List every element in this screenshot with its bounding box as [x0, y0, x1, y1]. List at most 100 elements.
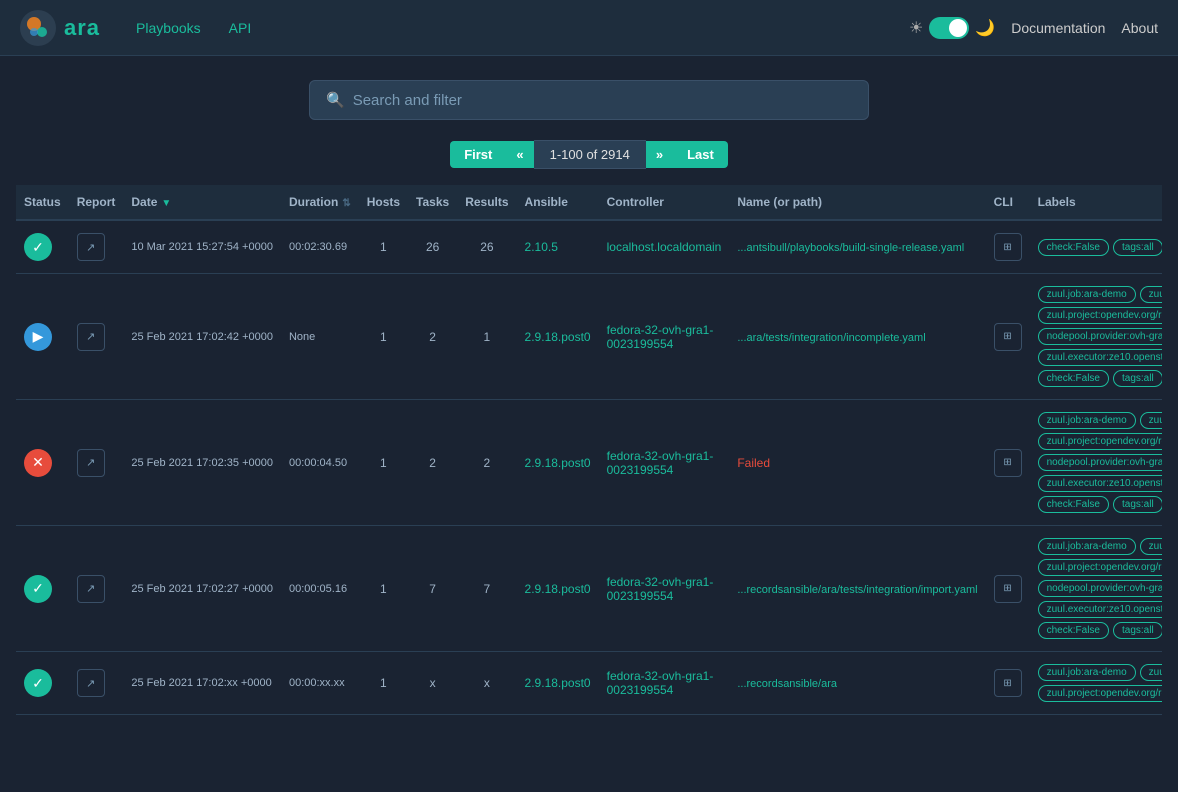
- col-duration[interactable]: Duration⇅: [281, 185, 359, 220]
- row-report-cell[interactable]: ↗: [69, 526, 124, 652]
- row-controller[interactable]: fedora-32-ovh-gra1-0023199554: [599, 652, 730, 715]
- row-report-cell[interactable]: ↗: [69, 400, 124, 526]
- report-link[interactable]: ↗: [77, 323, 105, 351]
- label-tag[interactable]: zuul.job:ara-demo: [1038, 664, 1136, 681]
- row-date: 25 Feb 2021 17:02:35 +0000: [123, 400, 281, 526]
- next-page-button[interactable]: »: [646, 141, 673, 168]
- ansible-version-link[interactable]: 2.10.5: [525, 240, 558, 254]
- row-controller[interactable]: fedora-32-ovh-gra1-0023199554: [599, 274, 730, 400]
- label-tag[interactable]: zuul.executor:ze10.openstack.org: [1038, 475, 1162, 492]
- label-tag[interactable]: check:False: [1038, 496, 1109, 513]
- label-tag[interactable]: check:False: [1038, 622, 1109, 639]
- row-path[interactable]: ...recordsansible/ara: [729, 652, 985, 715]
- controller-link[interactable]: localhost.localdomain: [607, 240, 722, 254]
- label-tag[interactable]: tags:all: [1113, 370, 1162, 387]
- row-ansible[interactable]: 2.10.5: [517, 220, 599, 274]
- theme-toggle-track[interactable]: [929, 17, 969, 39]
- first-page-button[interactable]: First: [450, 141, 506, 168]
- label-tag[interactable]: zuul.job:ara-demo: [1038, 412, 1136, 429]
- moon-icon: 🌙: [975, 18, 995, 38]
- row-results: 26: [457, 220, 516, 274]
- last-page-button[interactable]: Last: [673, 141, 728, 168]
- cli-button[interactable]: ⊞: [994, 233, 1022, 261]
- ansible-version-link[interactable]: 2.9.18.post0: [525, 676, 591, 690]
- label-tag[interactable]: tags:all: [1113, 496, 1162, 513]
- row-path[interactable]: ...ara/tests/integration/incomplete.yaml: [729, 274, 985, 400]
- row-cli[interactable]: ⊞: [986, 220, 1030, 274]
- label-tag[interactable]: zuul.project:opendev.org/recordsansible/…: [1038, 559, 1162, 576]
- report-link[interactable]: ↗: [77, 449, 105, 477]
- search-placeholder: Search and filter: [353, 92, 462, 109]
- label-tag[interactable]: check:False: [1038, 239, 1109, 256]
- label-tag[interactable]: zuul.pipeline:post: [1140, 538, 1162, 555]
- label-tag[interactable]: nodepool.provider:ovh-gra1: [1038, 580, 1162, 597]
- row-ansible[interactable]: 2.9.18.post0: [517, 400, 599, 526]
- row-report-cell[interactable]: ↗: [69, 652, 124, 715]
- row-cli[interactable]: ⊞: [986, 400, 1030, 526]
- row-cli[interactable]: ⊞: [986, 274, 1030, 400]
- cli-button[interactable]: ⊞: [994, 575, 1022, 603]
- controller-link[interactable]: fedora-32-ovh-gra1-0023199554: [607, 323, 714, 351]
- path-link[interactable]: ...antsibull/playbooks/build-single-rele…: [737, 242, 964, 254]
- cli-button[interactable]: ⊞: [994, 669, 1022, 697]
- row-path[interactable]: ...antsibull/playbooks/build-single-rele…: [729, 220, 985, 274]
- label-tag[interactable]: zuul.project:opendev.org/recordsansible/…: [1038, 433, 1162, 450]
- label-tag[interactable]: zuul.pipeline:post: [1140, 664, 1162, 681]
- ansible-version-link[interactable]: 2.9.18.post0: [525, 582, 591, 596]
- row-report-cell[interactable]: ↗: [69, 220, 124, 274]
- col-date[interactable]: Date▼: [123, 185, 281, 220]
- ansible-version-link[interactable]: 2.9.18.post0: [525, 330, 591, 344]
- report-link[interactable]: ↗: [77, 575, 105, 603]
- label-tag[interactable]: check:False: [1038, 370, 1109, 387]
- col-results: Results: [457, 185, 516, 220]
- path-link[interactable]: ...recordsansible/ara: [737, 678, 837, 690]
- row-hosts: 1: [359, 274, 408, 400]
- label-tag[interactable]: nodepool.provider:ovh-gra1: [1038, 328, 1162, 345]
- about-link[interactable]: About: [1121, 20, 1158, 36]
- ansible-version-link[interactable]: 2.9.18.post0: [525, 456, 591, 470]
- row-controller[interactable]: fedora-32-ovh-gra1-0023199554: [599, 400, 730, 526]
- cli-button[interactable]: ⊞: [994, 449, 1022, 477]
- row-status-cell: ▶: [16, 274, 69, 400]
- row-ansible[interactable]: 2.9.18.post0: [517, 652, 599, 715]
- path-link[interactable]: ...ara/tests/integration/incomplete.yaml: [737, 332, 925, 344]
- label-tag[interactable]: zuul.pipeline:post: [1140, 286, 1162, 303]
- row-path[interactable]: ...recordsansible/ara/tests/integration/…: [729, 526, 985, 652]
- row-path[interactable]: Failed: [729, 400, 985, 526]
- label-tag[interactable]: zuul.executor:ze10.openstack.org: [1038, 601, 1162, 618]
- path-link[interactable]: ...recordsansible/ara/tests/integration/…: [737, 584, 977, 596]
- label-tag[interactable]: zuul.job:ara-demo: [1038, 538, 1136, 555]
- prev-page-button[interactable]: «: [506, 141, 533, 168]
- label-tag[interactable]: zuul.project:opendev.org/recordsansible/…: [1038, 307, 1162, 324]
- row-ansible[interactable]: 2.9.18.post0: [517, 274, 599, 400]
- row-report-cell[interactable]: ↗: [69, 274, 124, 400]
- label-tag[interactable]: zuul.project:opendev.org/recordsansible/…: [1038, 685, 1162, 702]
- row-labels: zuul.job:ara-demozuul.pipeline:post zuul.…: [1030, 274, 1162, 400]
- row-controller[interactable]: fedora-32-ovh-gra1-0023199554: [599, 526, 730, 652]
- label-tag[interactable]: tags:all: [1113, 622, 1162, 639]
- cli-button[interactable]: ⊞: [994, 323, 1022, 351]
- row-cli[interactable]: ⊞: [986, 652, 1030, 715]
- documentation-link[interactable]: Documentation: [1011, 20, 1105, 36]
- report-link[interactable]: ↗: [77, 669, 105, 697]
- controller-link[interactable]: fedora-32-ovh-gra1-0023199554: [607, 575, 714, 603]
- col-labels: Labels: [1030, 185, 1162, 220]
- row-ansible[interactable]: 2.9.18.post0: [517, 526, 599, 652]
- label-tag[interactable]: zuul.executor:ze10.openstack.org: [1038, 349, 1162, 366]
- label-tag[interactable]: zuul.pipeline:post: [1140, 412, 1162, 429]
- label-tag[interactable]: zuul.job:ara-demo: [1038, 286, 1136, 303]
- row-controller[interactable]: localhost.localdomain: [599, 220, 730, 274]
- row-tasks: 2: [408, 400, 457, 526]
- controller-link[interactable]: fedora-32-ovh-gra1-0023199554: [607, 669, 714, 697]
- nav-api[interactable]: API: [217, 14, 264, 42]
- label-tag[interactable]: nodepool.provider:ovh-gra1: [1038, 454, 1162, 471]
- label-tag[interactable]: tags:all: [1113, 239, 1162, 256]
- row-date: 25 Feb 2021 17:02:27 +0000: [123, 526, 281, 652]
- search-bar[interactable]: 🔍 Search and filter: [309, 80, 869, 120]
- nav-playbooks[interactable]: Playbooks: [124, 14, 213, 42]
- row-status-cell: ✓: [16, 220, 69, 274]
- controller-link[interactable]: fedora-32-ovh-gra1-0023199554: [607, 449, 714, 477]
- row-cli[interactable]: ⊞: [986, 526, 1030, 652]
- status-icon: ✓: [24, 669, 52, 697]
- report-link[interactable]: ↗: [77, 233, 105, 261]
